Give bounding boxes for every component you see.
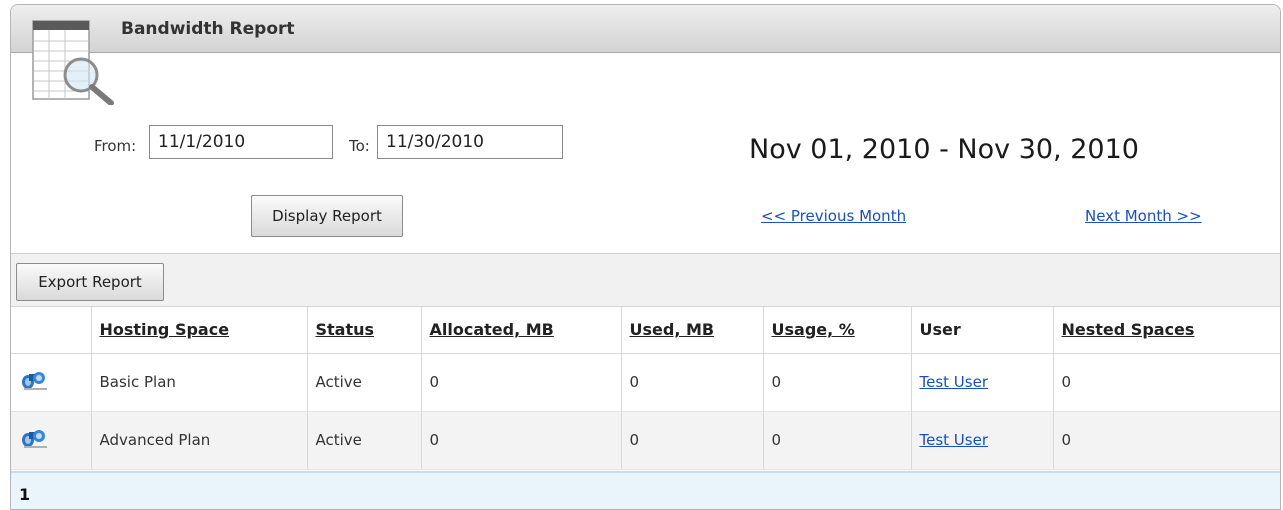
display-report-button[interactable]: Display Report bbox=[251, 195, 403, 237]
page-number-1[interactable]: 1 bbox=[19, 485, 30, 504]
title-bar: Bandwidth Report bbox=[11, 5, 1280, 53]
report-magnifier-icon bbox=[32, 20, 114, 105]
column-header-allocated[interactable]: Allocated, MB bbox=[421, 307, 622, 354]
status-cell: Active bbox=[307, 353, 422, 412]
used-cell: 0 bbox=[621, 353, 764, 412]
page-title: Bandwidth Report bbox=[121, 19, 295, 39]
previous-month-link[interactable]: << Previous Month bbox=[761, 207, 906, 225]
column-header-used[interactable]: Used, MB bbox=[621, 307, 764, 354]
bandwidth-table: Hosting Space Status Allocated, MB Used,… bbox=[11, 307, 1280, 470]
table-row: Basic Plan Active 0 0 0 Test User 0 bbox=[11, 353, 1280, 412]
report-toolbar: Export Report bbox=[11, 254, 1280, 307]
used-cell: 0 bbox=[621, 411, 764, 470]
user-cell: Test User bbox=[911, 411, 1054, 470]
table-header-row: Hosting Space Status Allocated, MB Used,… bbox=[11, 307, 1280, 354]
column-header-user: User bbox=[911, 307, 1054, 354]
icon-column-header bbox=[11, 307, 92, 354]
to-label: To: bbox=[349, 137, 370, 155]
allocated-cell: 0 bbox=[421, 353, 622, 412]
space-binoculars-icon[interactable] bbox=[11, 353, 92, 412]
column-header-nested-spaces[interactable]: Nested Spaces bbox=[1053, 307, 1280, 354]
user-link[interactable]: Test User bbox=[920, 431, 989, 449]
space-binoculars-icon[interactable] bbox=[11, 411, 92, 470]
usage-cell: 0 bbox=[763, 353, 912, 412]
column-header-usage[interactable]: Usage, % bbox=[763, 307, 912, 354]
column-header-status[interactable]: Status bbox=[307, 307, 422, 354]
to-date-input[interactable] bbox=[377, 125, 563, 159]
date-range-heading: Nov 01, 2010 - Nov 30, 2010 bbox=[749, 134, 1139, 165]
bandwidth-report-panel: Bandwidth Report From: To: Display Repor… bbox=[10, 4, 1281, 510]
usage-cell: 0 bbox=[763, 411, 912, 470]
status-cell: Active bbox=[307, 411, 422, 470]
nested-spaces-cell: 0 bbox=[1053, 411, 1280, 470]
next-month-link[interactable]: Next Month >> bbox=[1085, 207, 1202, 225]
hosting-space-cell: Basic Plan bbox=[91, 353, 308, 412]
from-date-input[interactable] bbox=[149, 125, 333, 159]
from-label: From: bbox=[94, 137, 137, 155]
table-row: Advanced Plan Active 0 0 0 Test User 0 bbox=[11, 411, 1280, 470]
hosting-space-cell: Advanced Plan bbox=[91, 411, 308, 470]
user-cell: Test User bbox=[911, 353, 1054, 412]
export-report-button[interactable]: Export Report bbox=[16, 263, 164, 301]
pager-bar: 1 bbox=[11, 471, 1280, 509]
allocated-cell: 0 bbox=[421, 411, 622, 470]
user-link[interactable]: Test User bbox=[920, 373, 989, 391]
column-header-hosting-space[interactable]: Hosting Space bbox=[91, 307, 308, 354]
nested-spaces-cell: 0 bbox=[1053, 353, 1280, 412]
